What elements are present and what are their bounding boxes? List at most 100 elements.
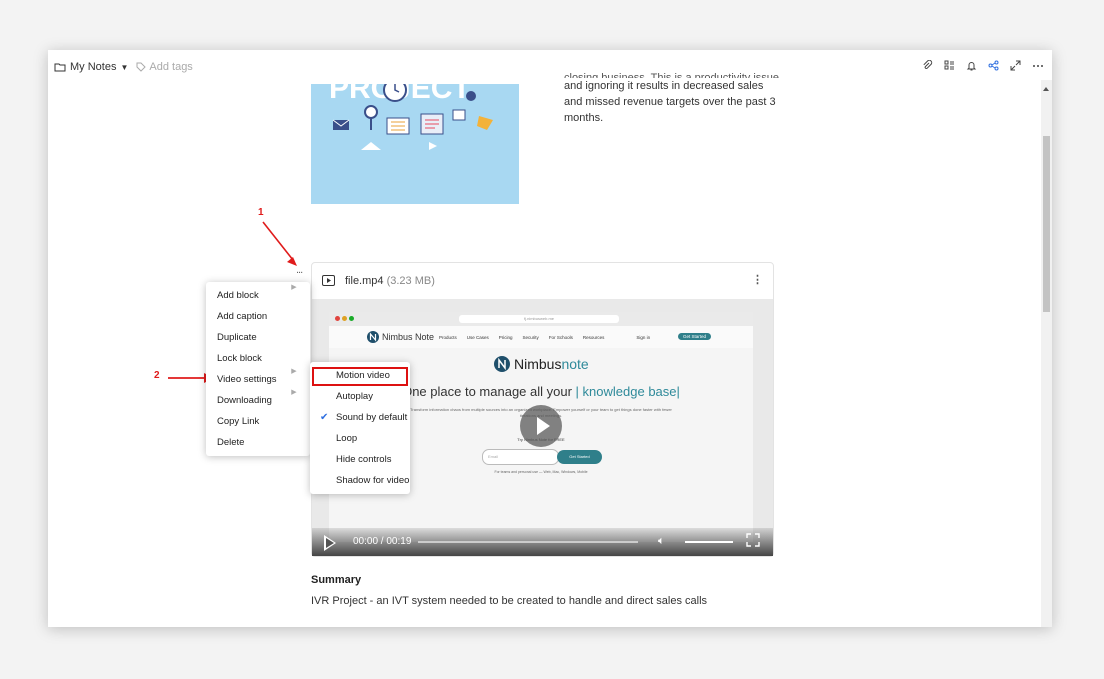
highlight-box bbox=[312, 367, 408, 386]
menu-item-label: Sound by default bbox=[336, 412, 408, 423]
preview-logo: Nimbus Note bbox=[367, 331, 434, 343]
share-icon[interactable] bbox=[988, 60, 999, 71]
menu-item-label: Add block bbox=[217, 290, 259, 301]
preview-headline-1: One place to manage all your bbox=[402, 384, 572, 399]
nimbus-logo-icon bbox=[367, 331, 379, 343]
fullscreen-icon[interactable] bbox=[746, 533, 760, 547]
menu-item-label: Add caption bbox=[217, 311, 268, 322]
video-settings-submenu: Motion video Autoplay ✔ Sound by default … bbox=[310, 362, 410, 494]
top-bar: My Notes ▼ Add tags bbox=[48, 50, 1052, 84]
menu-item-add-block[interactable]: Add block ▶ bbox=[206, 284, 310, 306]
preview-sign-in: Sign in bbox=[636, 335, 651, 340]
preview-headline-2: knowledge base bbox=[582, 384, 677, 399]
annotation-1: 1 bbox=[258, 207, 264, 218]
progress-track[interactable] bbox=[418, 541, 638, 543]
video-header: file.mp4 (3.23 MB) ⋮ bbox=[312, 263, 773, 299]
scroll-up-arrow-icon[interactable] bbox=[1043, 87, 1049, 91]
preview-get-started: Get Started bbox=[557, 450, 602, 464]
menu-item-label: Lock block bbox=[217, 353, 262, 364]
attachment-icon[interactable] bbox=[922, 60, 933, 71]
preview-nav-link: For Schools bbox=[548, 335, 573, 340]
menu-item-label: Copy Link bbox=[217, 416, 260, 427]
preview-big-logo: Nimbus note bbox=[494, 356, 589, 372]
preview-nav-links: Products Use Cases Pricing Security For … bbox=[439, 335, 650, 340]
video-filesize: (3.23 MB) bbox=[386, 275, 435, 287]
menu-item-label: Downloading bbox=[217, 395, 272, 406]
breadcrumb: My Notes ▼ Add tags bbox=[54, 61, 193, 73]
video-file-icon bbox=[322, 275, 335, 286]
big-play-button[interactable] bbox=[520, 405, 562, 447]
check-icon: ✔ bbox=[320, 412, 329, 423]
folder-icon bbox=[54, 63, 66, 72]
annotation-arrow-1 bbox=[262, 221, 297, 266]
scrollbar[interactable] bbox=[1041, 80, 1052, 627]
preview-nav-link: Pricing bbox=[498, 335, 513, 340]
preview-nav-link: Use Cases bbox=[466, 335, 489, 340]
menu-item-add-caption[interactable]: Add caption bbox=[206, 306, 310, 327]
block-context-menu: Add block ▶ Add caption Duplicate Lock bl… bbox=[206, 282, 310, 456]
menu-item-autoplay[interactable]: Autoplay bbox=[310, 386, 410, 407]
scroll-thumb[interactable] bbox=[1043, 136, 1050, 312]
preview-nav: Nimbus Note Products Use Cases Pricing S… bbox=[329, 326, 753, 348]
menu-item-label: Autoplay bbox=[336, 391, 373, 402]
play-icon[interactable] bbox=[324, 535, 336, 551]
preview-brand-big-2: note bbox=[561, 356, 589, 372]
block-handle[interactable]: ... bbox=[296, 264, 303, 276]
menu-item-label: Delete bbox=[217, 437, 245, 448]
video-time: 00:00 / 00:19 bbox=[353, 536, 412, 547]
preview-nav-link: Resources bbox=[582, 335, 605, 340]
preview-nav-link: Products bbox=[439, 335, 457, 340]
nimbus-logo-icon bbox=[494, 356, 510, 372]
menu-item-label: Shadow for video bbox=[336, 475, 410, 486]
bell-icon[interactable] bbox=[966, 60, 977, 71]
preview-url: fj.nimbusweb.me bbox=[459, 315, 619, 323]
menu-item-copy-link[interactable]: Copy Link bbox=[206, 411, 310, 432]
note-window: My Notes ▼ Add tags PROJECT bbox=[48, 50, 1052, 627]
menu-item-sound-by-default[interactable]: ✔ Sound by default bbox=[310, 407, 410, 428]
notebook-name[interactable]: My Notes bbox=[70, 61, 116, 73]
preview-browser-chrome: fj.nimbusweb.me bbox=[329, 312, 753, 326]
intro-text: and ignoring it results in decreased sal… bbox=[564, 80, 776, 124]
menu-item-label: Loop bbox=[336, 433, 358, 444]
preview-brand-big-1: Nimbus bbox=[514, 356, 562, 372]
menu-item-delete[interactable]: Delete bbox=[206, 432, 310, 453]
menu-item-motion-video[interactable]: Motion video bbox=[310, 365, 410, 386]
project-illustration: PROJECT bbox=[329, 84, 493, 150]
video-filename-row: file.mp4 (3.23 MB) bbox=[345, 275, 435, 287]
intro-paragraph: closing business. This is a productivity… bbox=[564, 72, 779, 126]
menu-item-label: Hide controls bbox=[336, 454, 392, 465]
menu-item-downloading[interactable]: Downloading ▶ bbox=[206, 389, 310, 411]
volume-slider[interactable] bbox=[685, 541, 733, 543]
preview-nav-link: Security bbox=[522, 335, 539, 340]
chevron-right-icon: ▶ bbox=[291, 368, 297, 375]
menu-item-lock-block[interactable]: Lock block bbox=[206, 348, 310, 369]
toolbar-right bbox=[922, 60, 1044, 71]
intro-cutoff-line: closing business. This is a productivity… bbox=[564, 72, 779, 78]
expand-icon[interactable] bbox=[1010, 60, 1021, 71]
volume-icon[interactable]: 🔈︎ bbox=[658, 535, 665, 548]
outline-icon[interactable] bbox=[944, 60, 955, 71]
preview-email-field: Email bbox=[482, 449, 559, 465]
menu-item-label: Video settings bbox=[217, 374, 277, 385]
menu-item-loop[interactable]: Loop bbox=[310, 428, 410, 449]
chevron-right-icon: ▶ bbox=[291, 284, 297, 291]
chevron-right-icon: ▶ bbox=[291, 389, 297, 396]
more-icon[interactable] bbox=[1032, 60, 1044, 71]
tag-icon bbox=[136, 62, 147, 72]
menu-item-label: Duplicate bbox=[217, 332, 257, 343]
summary-text: IVR Project - an IVT system needed to be… bbox=[311, 595, 708, 607]
video-options-icon[interactable]: ⋮ bbox=[752, 273, 763, 286]
project-image: PROJECT bbox=[311, 84, 519, 204]
add-tags-button[interactable]: Add tags bbox=[136, 61, 193, 73]
preview-brand-small: Nimbus Note bbox=[382, 332, 435, 342]
preview-get-started-nav: Get Started bbox=[677, 333, 711, 340]
menu-item-video-settings[interactable]: Video settings ▶ bbox=[206, 368, 310, 390]
chevron-down-icon[interactable]: ▼ bbox=[120, 63, 128, 72]
annotation-2: 2 bbox=[154, 370, 160, 381]
menu-item-shadow-for-video[interactable]: Shadow for video bbox=[310, 470, 410, 491]
menu-item-duplicate[interactable]: Duplicate bbox=[206, 327, 310, 348]
add-tags-label: Add tags bbox=[149, 61, 193, 73]
menu-item-hide-controls[interactable]: Hide controls bbox=[310, 449, 410, 470]
summary-heading: Summary bbox=[311, 574, 362, 586]
video-filename: file.mp4 bbox=[345, 275, 384, 287]
